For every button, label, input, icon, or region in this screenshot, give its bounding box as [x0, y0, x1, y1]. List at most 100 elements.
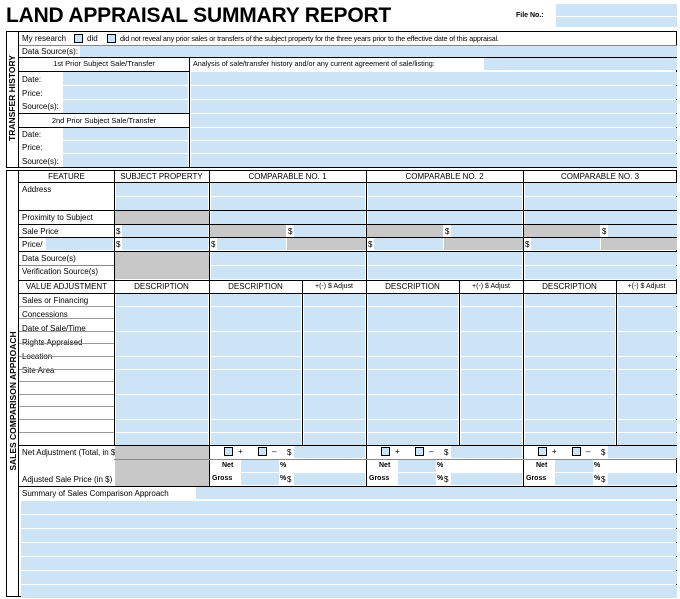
comp1-desc-field-7[interactable]: [211, 382, 301, 394]
comp1-desc-field-2[interactable]: [211, 319, 301, 331]
comp2-verification[interactable]: [368, 266, 522, 279]
comp2-address-1[interactable]: [368, 183, 522, 196]
comp3-adj-field-3[interactable]: [618, 332, 677, 344]
comp2-adj-field-0[interactable]: [461, 294, 522, 306]
comp1-adj-field-11[interactable]: [304, 433, 365, 445]
comp3-adj-field-5[interactable]: [618, 357, 677, 369]
comp3-desc-field-2[interactable]: [525, 319, 615, 331]
subject-desc-field-7[interactable]: [116, 382, 208, 394]
subject-desc-field-6[interactable]: [116, 370, 208, 382]
comp2-desc-field-2[interactable]: [368, 319, 458, 331]
comp3-desc-field-6[interactable]: [525, 370, 615, 382]
comp3-verification[interactable]: [525, 266, 677, 279]
analysis-field-1[interactable]: [191, 72, 677, 85]
comp2-gross-percent[interactable]: [398, 473, 436, 485]
comp2-data-source[interactable]: [368, 252, 522, 265]
comp2-adj-field-1[interactable]: [461, 307, 522, 319]
summary-field-1[interactable]: [21, 501, 677, 514]
data-sources-field[interactable]: [80, 46, 677, 57]
comp3-desc-field-9[interactable]: [525, 407, 615, 419]
subject-sale-price[interactable]: [122, 225, 208, 237]
comp1-verification[interactable]: [211, 266, 365, 279]
comp3-price-per[interactable]: [531, 238, 600, 250]
comp1-adj-field-9[interactable]: [304, 407, 365, 419]
comp3-adj-field-6[interactable]: [618, 370, 677, 382]
comp2-proximity[interactable]: [368, 211, 522, 224]
comp1-address-2[interactable]: [211, 197, 365, 210]
second-price-field[interactable]: [63, 141, 188, 153]
first-source-field[interactable]: [63, 100, 188, 113]
comp2-minus-checkbox[interactable]: [415, 447, 424, 456]
comp2-adj-field-5[interactable]: [461, 357, 522, 369]
comp2-adj-field-7[interactable]: [461, 382, 522, 394]
subject-desc-field-0[interactable]: [116, 294, 208, 306]
summary-field-0[interactable]: [196, 487, 677, 499]
comp3-net-adjustment[interactable]: [608, 446, 677, 458]
comp2-adj-field-8[interactable]: [461, 395, 522, 407]
comp1-desc-field-6[interactable]: [211, 370, 301, 382]
subject-address-1[interactable]: [116, 183, 208, 196]
subject-price-per[interactable]: [122, 238, 208, 250]
comp2-adj-field-11[interactable]: [461, 433, 522, 445]
comp1-adjusted-price[interactable]: [294, 473, 365, 485]
subject-desc-field-9[interactable]: [116, 407, 208, 419]
subject-desc-field-10[interactable]: [116, 420, 208, 432]
analysis-field-5[interactable]: [191, 128, 677, 140]
comp1-price-per[interactable]: [217, 238, 286, 250]
comp1-desc-field-8[interactable]: [211, 395, 301, 407]
comp1-adj-field-3[interactable]: [304, 332, 365, 344]
comp1-proximity[interactable]: [211, 211, 365, 224]
comp1-desc-field-9[interactable]: [211, 407, 301, 419]
comp2-desc-field-1[interactable]: [368, 307, 458, 319]
comp3-desc-field-7[interactable]: [525, 382, 615, 394]
comp3-adj-field-9[interactable]: [618, 407, 677, 419]
comp3-plus-checkbox[interactable]: [538, 447, 547, 456]
subject-desc-field-1[interactable]: [116, 307, 208, 319]
subject-desc-field-3[interactable]: [116, 332, 208, 344]
comp1-gross-percent[interactable]: [241, 473, 279, 485]
comp3-desc-field-3[interactable]: [525, 332, 615, 344]
comp3-gross-percent[interactable]: [555, 473, 593, 485]
comp1-adj-field-8[interactable]: [304, 395, 365, 407]
first-price-field[interactable]: [63, 86, 188, 99]
comp2-adj-field-9[interactable]: [461, 407, 522, 419]
comp3-adj-field-2[interactable]: [618, 319, 677, 331]
comp1-desc-field-4[interactable]: [211, 344, 301, 356]
comp2-net-percent[interactable]: [398, 460, 436, 472]
analysis-field-3[interactable]: [191, 100, 677, 113]
comp3-adj-field-0[interactable]: [618, 294, 677, 306]
comp2-desc-field-10[interactable]: [368, 420, 458, 432]
summary-field-6[interactable]: [21, 571, 677, 584]
subject-address-2[interactable]: [116, 197, 208, 210]
comp3-adj-field-10[interactable]: [618, 420, 677, 432]
comp2-adjusted-price[interactable]: [451, 473, 522, 485]
comp1-address-1[interactable]: [211, 183, 365, 196]
comp2-adj-field-6[interactable]: [461, 370, 522, 382]
comp3-proximity[interactable]: [525, 211, 677, 224]
subject-desc-field-4[interactable]: [116, 344, 208, 356]
comp2-desc-field-0[interactable]: [368, 294, 458, 306]
analysis-field-0[interactable]: [484, 58, 677, 70]
comp2-price-per[interactable]: [374, 238, 443, 250]
comp1-minus-checkbox[interactable]: [258, 447, 267, 456]
comp2-desc-field-7[interactable]: [368, 382, 458, 394]
comp1-data-source[interactable]: [211, 252, 365, 265]
comp3-desc-field-10[interactable]: [525, 420, 615, 432]
price-per-unit[interactable]: [46, 238, 113, 250]
comp1-adj-field-6[interactable]: [304, 370, 365, 382]
comp3-adj-field-4[interactable]: [618, 344, 677, 356]
summary-field-7[interactable]: [21, 585, 677, 598]
comp2-adj-field-10[interactable]: [461, 420, 522, 432]
second-source-field[interactable]: [63, 154, 188, 167]
comp3-adj-field-7[interactable]: [618, 382, 677, 394]
comp2-adj-field-2[interactable]: [461, 319, 522, 331]
comp2-sale-price[interactable]: [451, 225, 522, 237]
second-date-field[interactable]: [63, 128, 188, 140]
comp2-plus-checkbox[interactable]: [381, 447, 390, 456]
comp3-sale-price[interactable]: [608, 225, 677, 237]
subject-desc-field-11[interactable]: [116, 433, 208, 445]
analysis-field-4[interactable]: [191, 114, 677, 127]
summary-field-5[interactable]: [21, 557, 677, 570]
comp1-desc-field-10[interactable]: [211, 420, 301, 432]
comp2-address-2[interactable]: [368, 197, 522, 210]
